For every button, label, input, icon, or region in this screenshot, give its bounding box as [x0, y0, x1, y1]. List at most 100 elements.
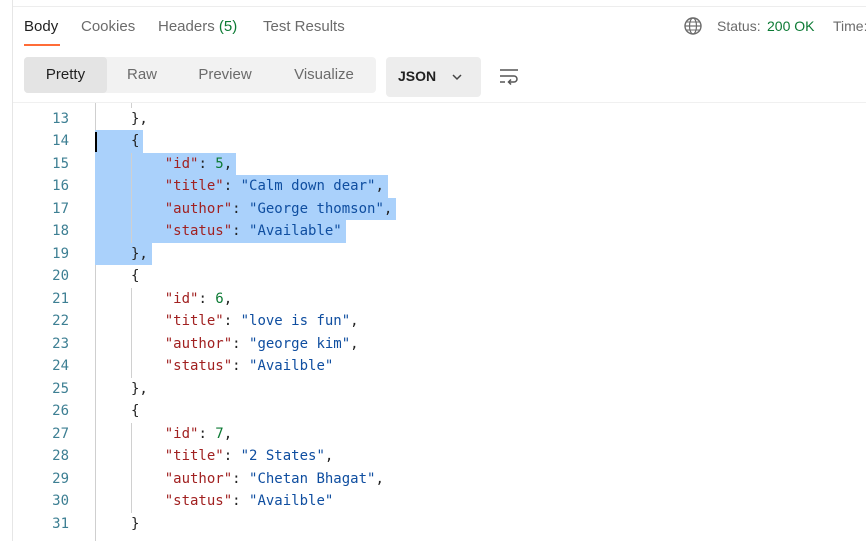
json-number: 7 — [215, 425, 224, 442]
json-comma: , — [223, 290, 233, 307]
json-comma: , — [350, 313, 359, 329]
line-number: 25 — [52, 380, 69, 397]
json-key: "status" — [164, 493, 233, 509]
line-number: 28 — [52, 448, 69, 464]
code-line: 23 "author": "george kim", — [13, 333, 866, 356]
json-string: "2 States" — [240, 448, 325, 464]
format-select-value: JSON — [398, 68, 437, 84]
line-number: 22 — [52, 313, 69, 329]
json-number: 5 — [215, 155, 224, 172]
json-colon: : — [232, 358, 250, 374]
json-colon: : — [223, 448, 241, 464]
line-number: 31 — [52, 515, 69, 532]
line-number: 15 — [52, 155, 69, 172]
code-line: 18 "status": "Available" — [13, 220, 866, 243]
code-text: "id": 7, — [131, 423, 232, 446]
code-line: 31} — [13, 513, 866, 536]
view-mode-group: Pretty Raw Preview Visualize — [24, 57, 376, 93]
line-number: 17 — [52, 200, 69, 217]
response-toolbar: Pretty Raw Preview Visualize JSON — [13, 50, 866, 103]
code-line: 14 { — [13, 130, 866, 153]
active-tab-indicator — [24, 44, 60, 46]
json-key: "id" — [164, 290, 199, 307]
json-punctuation: } — [131, 515, 140, 532]
json-colon: : — [232, 335, 250, 352]
code-line: 28 "title": "2 States", — [13, 445, 866, 468]
code-line: 30 "status": "Availble" — [13, 490, 866, 513]
view-pretty-button[interactable]: Pretty — [24, 57, 107, 93]
json-key: "status" — [164, 358, 233, 374]
json-colon: : — [223, 313, 241, 329]
status-label: Status: — [717, 18, 761, 34]
tab-headers[interactable]: Headers (5) — [158, 18, 237, 35]
code-text: "author": "george kim", — [131, 333, 359, 356]
json-key: "id" — [164, 425, 199, 442]
json-string: "Chetan Bhagat" — [249, 470, 376, 487]
code-line: 17 "author": "George thomson", — [13, 198, 866, 221]
code-text: "title": "love is fun", — [131, 310, 359, 333]
json-string: "george kim" — [249, 335, 351, 352]
response-body-editor[interactable]: 13}, 14{15 "id": 5, 16 "title": "Calm down… — [13, 103, 866, 541]
time-label[interactable]: Time: — [833, 18, 866, 34]
json-comma: , — [223, 155, 233, 172]
json-comma: , — [223, 425, 233, 442]
text-caret — [95, 132, 97, 152]
json-string: "Availble" — [249, 358, 334, 374]
format-select[interactable]: JSON — [386, 57, 481, 97]
json-key: "author" — [164, 470, 233, 487]
tab-cookies[interactable]: Cookies — [81, 18, 135, 35]
code-line: 29 "author": "Chetan Bhagat", — [13, 468, 866, 491]
status-code[interactable]: 200 OK — [767, 18, 814, 34]
code-text: "id": 6, — [131, 288, 232, 311]
code-text: } — [131, 513, 139, 536]
json-string: "Calm down dear" — [240, 178, 376, 194]
json-comma: , — [350, 335, 359, 352]
chevron-down-icon — [450, 70, 464, 84]
line-number: 30 — [52, 493, 69, 509]
code-line: 19}, — [13, 243, 866, 266]
code-text: "status": "Availble" — [131, 355, 334, 378]
response-tabs: Body Cookies Headers (5) Test Results St… — [13, 6, 866, 50]
globe-icon[interactable] — [683, 16, 703, 36]
view-preview-button[interactable]: Preview — [182, 57, 268, 93]
headers-count-badge: (5) — [218, 18, 238, 35]
json-colon: : — [232, 223, 250, 239]
left-panel-edge — [0, 0, 13, 541]
view-raw-button[interactable]: Raw — [112, 57, 172, 93]
tab-test-results[interactable]: Test Results — [263, 18, 345, 35]
json-comma: , — [383, 200, 393, 217]
code-text: }, — [131, 378, 148, 401]
wrap-lines-icon[interactable] — [497, 64, 521, 88]
tab-body[interactable]: Body — [24, 18, 58, 35]
json-punctuation: }, — [131, 245, 148, 262]
json-key: "title" — [164, 178, 224, 194]
code-text: "status": "Availble" — [131, 490, 334, 513]
code-line: 13}, — [13, 108, 866, 131]
code-text: }, — [131, 108, 148, 131]
view-visualize-button[interactable]: Visualize — [279, 57, 369, 93]
code-line: 25}, — [13, 378, 866, 401]
json-punctuation: { — [131, 133, 140, 149]
json-key: "id" — [164, 155, 199, 172]
code-line: 27 "id": 7, — [13, 423, 866, 446]
line-number: 23 — [52, 335, 69, 352]
code-text: "author": "Chetan Bhagat", — [131, 468, 384, 491]
json-key: "author" — [164, 200, 233, 217]
code-line: 15 "id": 5, — [13, 153, 866, 176]
json-key: "title" — [164, 448, 224, 464]
json-key: "author" — [164, 335, 233, 352]
code-text: "title": "2 States", — [131, 445, 334, 468]
line-number: 20 — [52, 268, 69, 284]
code-text: }, — [131, 243, 148, 266]
json-punctuation: }, — [131, 110, 148, 127]
tab-headers-label: Headers — [158, 18, 215, 35]
json-colon: : — [198, 425, 216, 442]
json-colon: : — [198, 155, 216, 172]
